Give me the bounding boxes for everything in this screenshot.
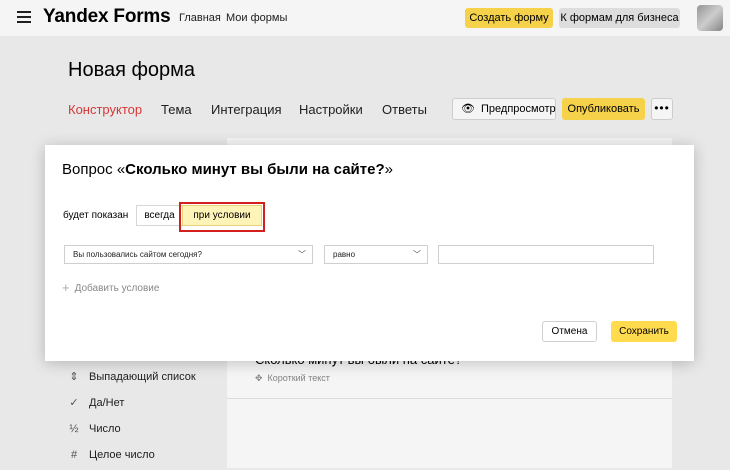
tab-answers[interactable]: Ответы bbox=[382, 102, 427, 117]
business-forms-button[interactable]: К формам для бизнеса bbox=[559, 8, 680, 28]
menu-icon[interactable] bbox=[17, 11, 31, 23]
condition-operator-select[interactable]: равно ﹀ bbox=[324, 245, 428, 264]
preview-button[interactable]: 👁 Предпросмотр bbox=[452, 98, 556, 120]
save-button[interactable]: Сохранить bbox=[611, 321, 677, 342]
app-logo[interactable]: Yandex Forms bbox=[43, 6, 171, 28]
dialog-title-suffix: » bbox=[384, 161, 393, 178]
tab-constructor[interactable]: Конструктор bbox=[68, 102, 142, 117]
question-type-label: Короткий текст bbox=[267, 373, 330, 383]
sidebar-item-yes-no[interactable]: ✓ Да/Нет bbox=[65, 396, 124, 412]
condition-question-value: Вы пользовались сайтом сегодня? bbox=[73, 250, 202, 259]
sidebar-item-label: Целое число bbox=[89, 449, 155, 461]
add-condition-link[interactable]: + Добавить условие bbox=[62, 280, 159, 295]
sidebar-item-dropdown[interactable]: ⇕ Выпадающий список bbox=[65, 370, 196, 386]
highlight-frame bbox=[179, 202, 265, 232]
add-condition-label: Добавить условие bbox=[74, 283, 160, 294]
condition-value-input[interactable] bbox=[438, 245, 654, 264]
dialog-title: Вопрос «Сколько минут вы были на сайте?» bbox=[62, 161, 393, 178]
sidebar-item-label: Да/Нет bbox=[89, 397, 125, 409]
check-icon: ✓ bbox=[69, 397, 79, 409]
shown-label: будет показан bbox=[63, 210, 129, 221]
condition-question-select[interactable]: Вы пользовались сайтом сегодня? ﹀ bbox=[64, 245, 313, 264]
top-header: Yandex Forms Главная Мои формы Создать ф… bbox=[0, 0, 730, 36]
tab-integration[interactable]: Интеграция bbox=[211, 102, 282, 117]
tab-theme[interactable]: Тема bbox=[161, 102, 192, 117]
more-options-button[interactable]: ••• bbox=[651, 98, 673, 120]
sidebar-item-integer[interactable]: # Целое число bbox=[65, 449, 155, 465]
sidebar-item-label: Выпадающий список bbox=[89, 371, 196, 383]
page-title: Новая форма bbox=[68, 59, 196, 81]
card-divider bbox=[227, 398, 672, 399]
sidebar-item-number[interactable]: ½ Число bbox=[65, 423, 121, 439]
create-form-button[interactable]: Создать форму bbox=[465, 8, 553, 28]
dialog-title-question: Сколько минут вы были на сайте? bbox=[125, 161, 385, 178]
condition-operator-value: равно bbox=[333, 250, 356, 259]
eye-icon: 👁 bbox=[461, 103, 475, 115]
publish-button[interactable]: Опубликовать bbox=[562, 98, 645, 120]
option-always[interactable]: всегда bbox=[136, 205, 182, 226]
question-type: ✥ Короткий текст bbox=[255, 373, 330, 384]
chevron-down-icon: ﹀ bbox=[413, 250, 421, 259]
plus-icon: + bbox=[62, 280, 70, 295]
tab-settings[interactable]: Настройки bbox=[299, 102, 363, 117]
sidebar-item-label: Число bbox=[89, 423, 121, 435]
updown-icon: ⇕ bbox=[69, 371, 79, 383]
nav-link-home[interactable]: Главная bbox=[179, 12, 221, 24]
preview-button-label: Предпросмотр bbox=[481, 103, 556, 115]
nav-link-my-forms[interactable]: Мои формы bbox=[226, 12, 287, 24]
user-avatar[interactable] bbox=[697, 5, 723, 31]
dialog-title-prefix: Вопрос « bbox=[62, 161, 126, 178]
fraction-icon: ½ bbox=[69, 423, 79, 435]
cancel-button[interactable]: Отмена bbox=[542, 321, 597, 342]
condition-dialog: Вопрос «Сколько минут вы были на сайте?»… bbox=[45, 145, 694, 361]
chevron-down-icon: ﹀ bbox=[298, 250, 306, 259]
hash-icon: # bbox=[70, 449, 78, 461]
move-icon: ✥ bbox=[255, 373, 263, 383]
